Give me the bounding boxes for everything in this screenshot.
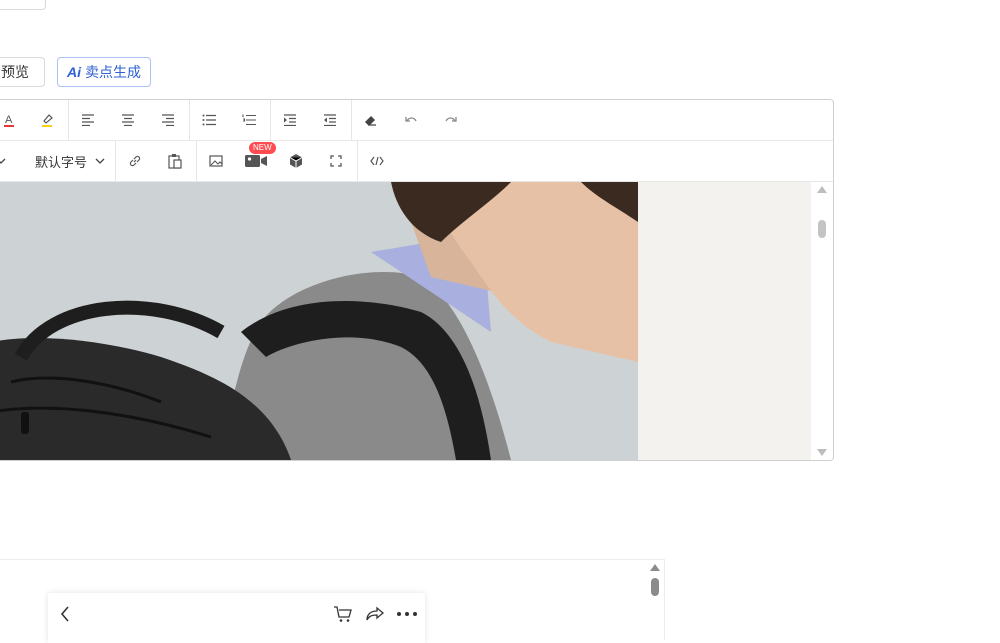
- editor-content-area[interactable]: [0, 182, 813, 460]
- ai-selling-point-button[interactable]: Ai 卖点生成: [57, 57, 151, 87]
- editor-scrollbar[interactable]: [811, 182, 833, 460]
- font-size-select[interactable]: 默认字号: [35, 141, 105, 181]
- ai-button-label: 卖点生成: [85, 64, 141, 80]
- mobile-preview-panel: [0, 559, 665, 643]
- scroll-up-arrow-icon[interactable]: [817, 186, 827, 193]
- 3d-model-icon[interactable]: [278, 141, 314, 181]
- align-left-icon[interactable]: [70, 100, 106, 140]
- text-color-icon[interactable]: A: [0, 100, 27, 140]
- scrollbar-thumb[interactable]: [818, 220, 826, 238]
- svg-text:A: A: [5, 114, 13, 126]
- preview-scrollbar-thumb[interactable]: [651, 578, 659, 596]
- paste-icon[interactable]: [157, 141, 193, 181]
- fullscreen-icon[interactable]: [318, 141, 354, 181]
- top-input-fragment[interactable]: [0, 0, 46, 10]
- product-photo: [0, 182, 638, 460]
- undo-icon[interactable]: [393, 100, 429, 140]
- preview-scrollbar[interactable]: [642, 560, 664, 640]
- image-icon[interactable]: [198, 141, 234, 181]
- dropdown-chevron-icon[interactable]: [0, 141, 11, 181]
- scroll-down-arrow-icon[interactable]: [817, 449, 827, 456]
- mobile-preview-header: [48, 593, 425, 643]
- indent-icon[interactable]: [272, 100, 308, 140]
- align-right-icon[interactable]: [150, 100, 186, 140]
- chevron-down-icon: [95, 157, 105, 165]
- preview-scroll-up-icon[interactable]: [650, 564, 660, 571]
- bullet-list-icon[interactable]: [191, 100, 227, 140]
- eraser-icon[interactable]: [353, 100, 389, 140]
- cart-icon[interactable]: [333, 605, 353, 623]
- back-icon[interactable]: [60, 605, 70, 623]
- ai-icon: Ai: [67, 64, 81, 80]
- highlight-color-icon[interactable]: [29, 100, 65, 140]
- outdent-icon[interactable]: [312, 100, 348, 140]
- share-icon[interactable]: [365, 606, 385, 622]
- font-size-label: 默认字号: [35, 154, 88, 170]
- preview-button[interactable]: 预览: [0, 57, 45, 87]
- numbered-list-icon[interactable]: [231, 100, 267, 140]
- preview-button-label: 预览: [1, 64, 29, 80]
- redo-icon[interactable]: [433, 100, 469, 140]
- more-icon[interactable]: [396, 611, 418, 617]
- align-center-icon[interactable]: [110, 100, 146, 140]
- toolbar-row-1: A: [0, 100, 833, 141]
- link-icon[interactable]: [117, 141, 153, 181]
- toolbar-row-2: 默认字号 NEW: [0, 141, 833, 182]
- new-badge: NEW: [249, 142, 276, 154]
- rich-text-editor: A 默认字号 NEW: [0, 99, 834, 461]
- code-view-icon[interactable]: [359, 141, 395, 181]
